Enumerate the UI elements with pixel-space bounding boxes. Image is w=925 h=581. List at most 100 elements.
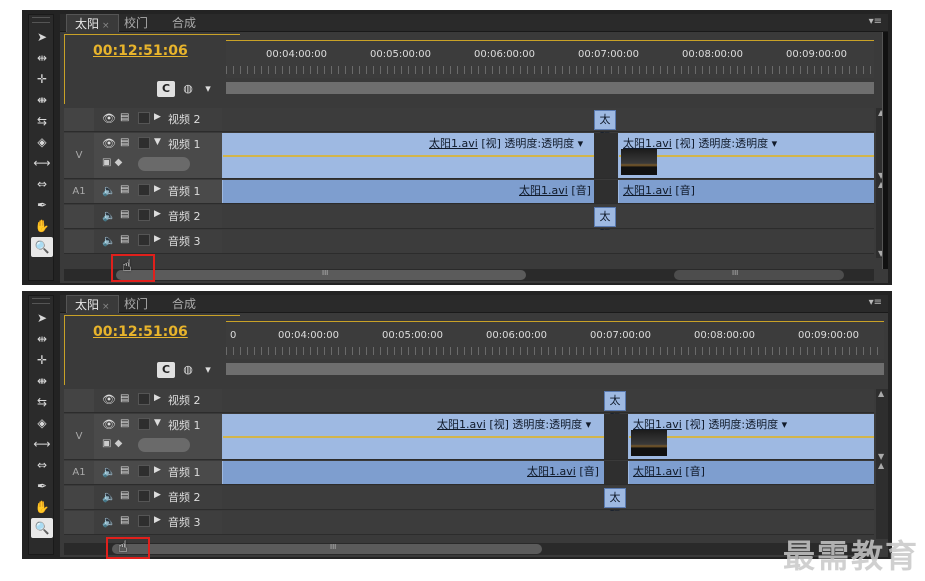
- expand-arrow-icon[interactable]: ▶: [154, 112, 161, 122]
- speaker-icon[interactable]: 🔈: [102, 465, 116, 478]
- eye-icon[interactable]: 👁: [102, 393, 116, 406]
- hand-tool-icon[interactable]: ✋: [31, 216, 53, 236]
- zoom-tool-icon[interactable]: 🔍: [31, 237, 53, 257]
- track-header-video-2[interactable]: 👁 ▤ ▶ 视频 2: [94, 108, 222, 131]
- speaker-icon[interactable]: 🔈: [102, 490, 116, 503]
- set-marker-icon[interactable]: ▾: [199, 81, 217, 97]
- audio-clip-1[interactable]: 太阳1.avi [音]: [222, 461, 604, 484]
- lock-toggle[interactable]: [138, 137, 150, 149]
- keyframe-navigator[interactable]: [138, 157, 190, 171]
- transition-clip[interactable]: 太阳: [594, 207, 616, 241]
- track-header-audio-3[interactable]: 🔈 ▤ ▶ 音频 3: [94, 511, 222, 534]
- ripple-edit-tool-icon[interactable]: ✛: [31, 350, 53, 370]
- track-target-empty[interactable]: [64, 511, 94, 534]
- scrollbar-thumb-right[interactable]: [674, 270, 844, 280]
- selection-tool-icon[interactable]: ➤: [31, 27, 53, 47]
- sync-lock-icon[interactable]: ▤: [120, 515, 129, 526]
- horizontal-scrollbar[interactable]: III III: [64, 269, 874, 281]
- track-target-empty[interactable]: [64, 389, 94, 412]
- pen-tool-icon[interactable]: ✒: [31, 476, 53, 496]
- rate-stretch-tool-icon[interactable]: ⇆: [31, 392, 53, 412]
- lane-video-1[interactable]: 太阳1.avi [视] 透明度:透明度 ▾ 太阳1.avi [视] 透明度:透明…: [222, 414, 874, 459]
- tools-grip[interactable]: [32, 17, 50, 23]
- work-area-bar[interactable]: [226, 82, 874, 94]
- track-target-v[interactable]: V: [64, 414, 94, 459]
- tab-taiyang[interactable]: 太阳 ×: [66, 295, 119, 313]
- tab-close-icon[interactable]: ×: [102, 21, 110, 31]
- lane-audio-2[interactable]: 太阳: [222, 205, 874, 241]
- track-header-audio-2[interactable]: 🔈 ▤ ▶ 音频 2: [94, 205, 222, 228]
- display-style-icon[interactable]: ▣ ◆: [102, 438, 122, 449]
- lane-audio-3[interactable]: [222, 511, 874, 534]
- sync-lock-icon[interactable]: ▤: [120, 234, 129, 245]
- sync-lock-icon[interactable]: ▤: [120, 209, 129, 220]
- zoom-tool-icon[interactable]: 🔍: [31, 518, 53, 538]
- lane-audio-3[interactable]: [222, 230, 874, 253]
- speaker-icon[interactable]: 🔈: [102, 515, 116, 528]
- scroll-down-icon[interactable]: ▼: [878, 452, 884, 461]
- track-target-empty[interactable]: [64, 486, 94, 509]
- selection-tool-icon[interactable]: ➤: [31, 308, 53, 328]
- track-target-a1[interactable]: A1: [64, 461, 94, 484]
- video-clip-2[interactable]: 太阳1.avi [视] 透明度:透明度 ▾: [628, 414, 874, 459]
- tab-taiyang[interactable]: 太阳 ×: [66, 14, 119, 32]
- time-ruler[interactable]: 0 00:04:00:00 00:05:00:00 00:06:00:00 00…: [226, 321, 884, 375]
- track-header-audio-3[interactable]: 🔈 ▤ ▶ 音频 3: [94, 230, 222, 253]
- scrollbar-thumb[interactable]: [112, 544, 542, 554]
- speaker-icon[interactable]: 🔈: [102, 234, 116, 247]
- transition-clip[interactable]: 太阳: [594, 110, 616, 144]
- lock-toggle[interactable]: [138, 184, 150, 196]
- rate-stretch-tool-icon[interactable]: ⇆: [31, 111, 53, 131]
- sync-lock-icon[interactable]: ▤: [120, 418, 129, 429]
- slide-tool-icon[interactable]: ⇔: [31, 455, 53, 475]
- lock-toggle[interactable]: [138, 234, 150, 246]
- opacity-line[interactable]: [223, 436, 604, 438]
- lane-video-2[interactable]: 太阳: [222, 389, 874, 425]
- scrollbar-thumb[interactable]: [116, 270, 526, 280]
- tab-hecheng[interactable]: 合成: [164, 14, 204, 32]
- expand-arrow-icon[interactable]: ▶: [154, 490, 161, 500]
- transition-clip[interactable]: 太阳: [604, 391, 626, 425]
- transition-clip[interactable]: 太阳: [604, 488, 626, 522]
- rolling-edit-tool-icon[interactable]: ⇼: [31, 90, 53, 110]
- audio-clip-2[interactable]: 太阳1.avi [音]: [618, 180, 874, 203]
- lane-video-1[interactable]: 太阳1.avi [视] 透明度:透明度 ▾ 太阳1.avi [视] 透明度:透明…: [222, 133, 874, 178]
- panel-menu-icon[interactable]: ▾≡: [869, 16, 882, 27]
- slip-tool-icon[interactable]: ⟷: [31, 434, 53, 454]
- rolling-edit-tool-icon[interactable]: ⇼: [31, 371, 53, 391]
- lock-toggle[interactable]: [138, 490, 150, 502]
- eye-icon[interactable]: 👁: [102, 112, 116, 125]
- panel-menu-icon[interactable]: ▾≡: [869, 297, 882, 308]
- video-clip-1[interactable]: 太阳1.avi [视] 透明度:透明度 ▾: [222, 414, 604, 459]
- marker-icon[interactable]: ◍: [179, 81, 197, 97]
- lock-toggle[interactable]: [138, 393, 150, 405]
- collapse-arrow-icon[interactable]: ▼: [154, 418, 161, 428]
- expand-arrow-icon[interactable]: ▶: [154, 515, 161, 525]
- lane-video-2[interactable]: 太阳: [222, 108, 874, 144]
- track-target-empty[interactable]: [64, 205, 94, 228]
- expand-arrow-icon[interactable]: ▶: [154, 209, 161, 219]
- tab-xiaomen[interactable]: 校门: [116, 295, 156, 313]
- track-select-tool-icon[interactable]: ⇹: [31, 329, 53, 349]
- track-target-empty[interactable]: [64, 108, 94, 131]
- speaker-icon[interactable]: 🔈: [102, 184, 116, 197]
- snap-icon[interactable]: C: [157, 81, 175, 97]
- tools-grip[interactable]: [32, 298, 50, 304]
- lock-toggle[interactable]: [138, 209, 150, 221]
- snap-icon[interactable]: C: [157, 362, 175, 378]
- expand-arrow-icon[interactable]: ▶: [154, 465, 161, 475]
- eye-icon[interactable]: 👁: [102, 418, 116, 431]
- track-target-a1[interactable]: A1: [64, 180, 94, 203]
- track-target-empty[interactable]: [64, 230, 94, 253]
- time-ruler[interactable]: 00:04:00:00 00:05:00:00 00:06:00:00 00:0…: [226, 40, 874, 94]
- video-clip-1[interactable]: 太阳1.avi [视] 透明度:透明度 ▾: [222, 133, 594, 178]
- lock-toggle[interactable]: [138, 112, 150, 124]
- track-header-audio-1[interactable]: 🔈 ▤ ▶ 音频 1: [94, 180, 222, 203]
- sync-lock-icon[interactable]: ▤: [120, 184, 129, 195]
- lane-audio-2[interactable]: 太阳: [222, 486, 874, 522]
- sync-lock-icon[interactable]: ▤: [120, 465, 129, 476]
- track-header-video-2[interactable]: 👁 ▤ ▶ 视频 2: [94, 389, 222, 412]
- lane-audio-1[interactable]: 太阳1.avi [音] 太阳1.avi [音]: [222, 180, 874, 203]
- hand-tool-icon[interactable]: ✋: [31, 497, 53, 517]
- current-timecode[interactable]: 00:12:51:06: [93, 324, 188, 340]
